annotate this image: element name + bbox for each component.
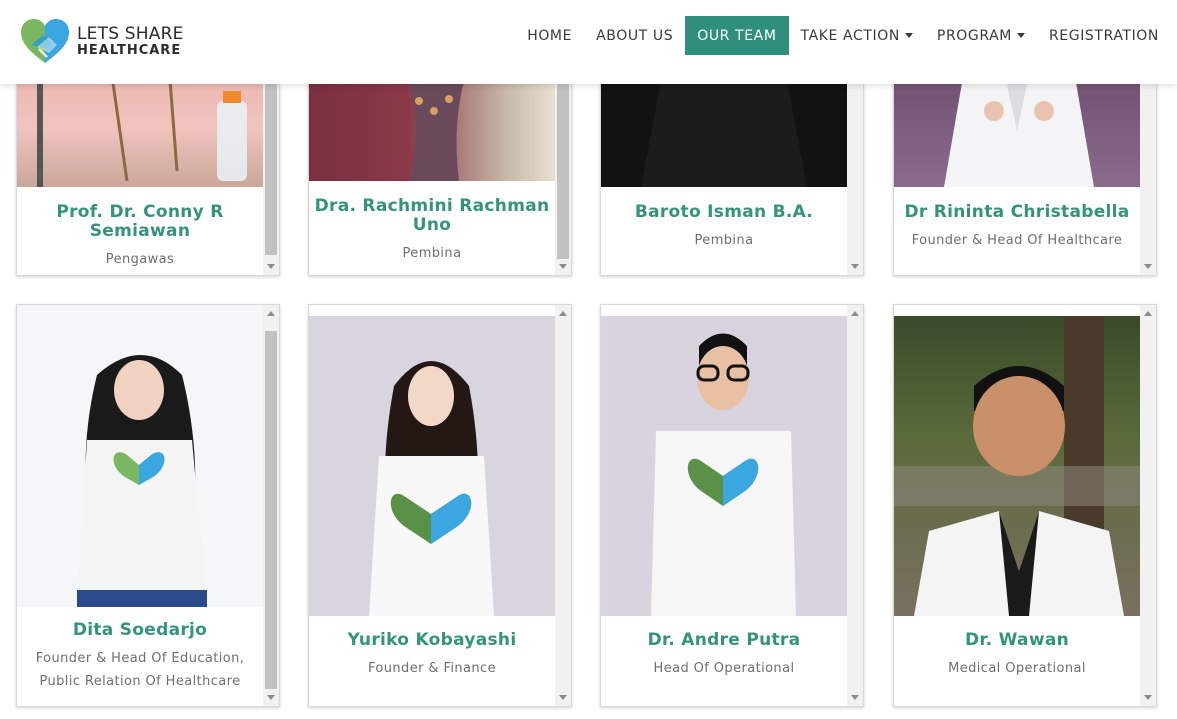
scroll-up-icon[interactable]: [267, 311, 275, 316]
member-role: Founder & Finance: [368, 661, 496, 676]
nav-take-action-label: TAKE ACTION: [800, 27, 900, 44]
scrollbar-thumb[interactable]: [265, 331, 277, 689]
member-role: Head Of Operational: [653, 661, 795, 676]
member-info: Yuriko Kobayashi Founder & Finance: [309, 631, 555, 680]
team-card[interactable]: Yuriko Kobayashi Founder & Finance: [308, 304, 572, 707]
member-role: Pengawas: [105, 252, 175, 267]
nav-our-team[interactable]: OUR TEAM: [685, 16, 789, 55]
scroll-down-icon[interactable]: [1144, 695, 1152, 700]
member-photo: [601, 316, 847, 616]
member-info: Dr Rininta Christabella Founder & Head O…: [894, 203, 1140, 252]
member-name: Dr. Wawan: [964, 630, 1070, 650]
card-scrollbar[interactable]: [847, 305, 863, 706]
scroll-up-icon[interactable]: [851, 311, 859, 316]
main-nav: HOME ABOUT US OUR TEAM TAKE ACTION PROGR…: [515, 16, 1177, 55]
member-info: Baroto Isman B.A. Pembina: [601, 203, 847, 252]
nav-our-team-label: OUR TEAM: [697, 27, 777, 44]
nav-home-label: HOME: [527, 27, 573, 44]
nav-about-us-label: ABOUT US: [596, 27, 674, 44]
scroll-down-icon[interactable]: [559, 695, 567, 700]
member-role: Medical Operational: [948, 661, 1086, 676]
member-name: Dr Rininta Christabella: [904, 202, 1130, 222]
member-photo: [309, 316, 555, 616]
member-name: Dita Soedarjo: [72, 620, 208, 640]
member-photo: [17, 305, 263, 607]
caret-down-icon: [904, 33, 913, 38]
card-scrollbar[interactable]: [1140, 305, 1156, 706]
member-name: Baroto Isman B.A.: [634, 202, 814, 222]
team-card[interactable]: Dita Soedarjo Founder & Head Of Educatio…: [16, 304, 280, 707]
member-role: Founder & Head Of Education, Public Rela…: [35, 651, 245, 689]
nav-registration[interactable]: REGISTRATION: [1037, 16, 1177, 55]
member-name: Dr. Andre Putra: [647, 630, 801, 650]
member-role: Pembina: [402, 246, 462, 261]
team-card[interactable]: Dr. Andre Putra Head Of Operational: [600, 304, 864, 707]
scroll-up-icon[interactable]: [559, 311, 567, 316]
member-info: Dra. Rachmini Rachman Uno Pembina: [309, 197, 555, 265]
nav-take-action[interactable]: TAKE ACTION: [789, 16, 925, 55]
scroll-up-icon[interactable]: [1144, 311, 1152, 316]
member-name: Dra. Rachmini Rachman Uno: [314, 196, 550, 235]
member-name: Yuriko Kobayashi: [347, 630, 517, 650]
site-header: LETS SHARE HEALTHCARE HOME ABOUT US OUR …: [0, 0, 1177, 84]
member-info: Dita Soedarjo Founder & Head Of Educatio…: [17, 621, 263, 693]
scroll-down-icon[interactable]: [267, 695, 275, 700]
caret-down-icon: [1016, 33, 1025, 38]
member-info: Prof. Dr. Conny R Semiawan Pengawas: [17, 203, 263, 271]
brand-logo[interactable]: LETS SHARE HEALTHCARE: [19, 16, 189, 68]
scroll-down-icon[interactable]: [851, 695, 859, 700]
member-role: Founder & Head Of Healthcare: [911, 233, 1123, 248]
member-info: Dr. Wawan Medical Operational: [894, 631, 1140, 680]
brand-wordmark: LETS SHARE HEALTHCARE: [77, 24, 184, 59]
member-info: Dr. Andre Putra Head Of Operational: [601, 631, 847, 680]
member-role: Pembina: [694, 233, 754, 248]
scroll-down-icon[interactable]: [559, 264, 567, 269]
team-card[interactable]: Dr. Wawan Medical Operational: [893, 304, 1157, 707]
member-photo: [894, 316, 1140, 616]
member-name: Prof. Dr. Conny R Semiawan: [56, 202, 224, 241]
scroll-down-icon[interactable]: [851, 264, 859, 269]
scroll-down-icon[interactable]: [1144, 264, 1152, 269]
card-scrollbar[interactable]: [555, 305, 571, 706]
brand-line2: HEALTHCARE: [77, 43, 182, 59]
scroll-down-icon[interactable]: [267, 264, 275, 269]
nav-program[interactable]: PROGRAM: [925, 16, 1037, 55]
nav-home[interactable]: HOME: [515, 16, 584, 55]
nav-registration-label: REGISTRATION: [1048, 27, 1159, 44]
nav-about-us[interactable]: ABOUT US: [584, 16, 685, 55]
handshake-heart-icon: [19, 17, 71, 67]
nav-program-label: PROGRAM: [936, 27, 1012, 44]
card-scrollbar[interactable]: [263, 305, 279, 706]
brand-line1: LETS SHARE: [77, 24, 184, 45]
